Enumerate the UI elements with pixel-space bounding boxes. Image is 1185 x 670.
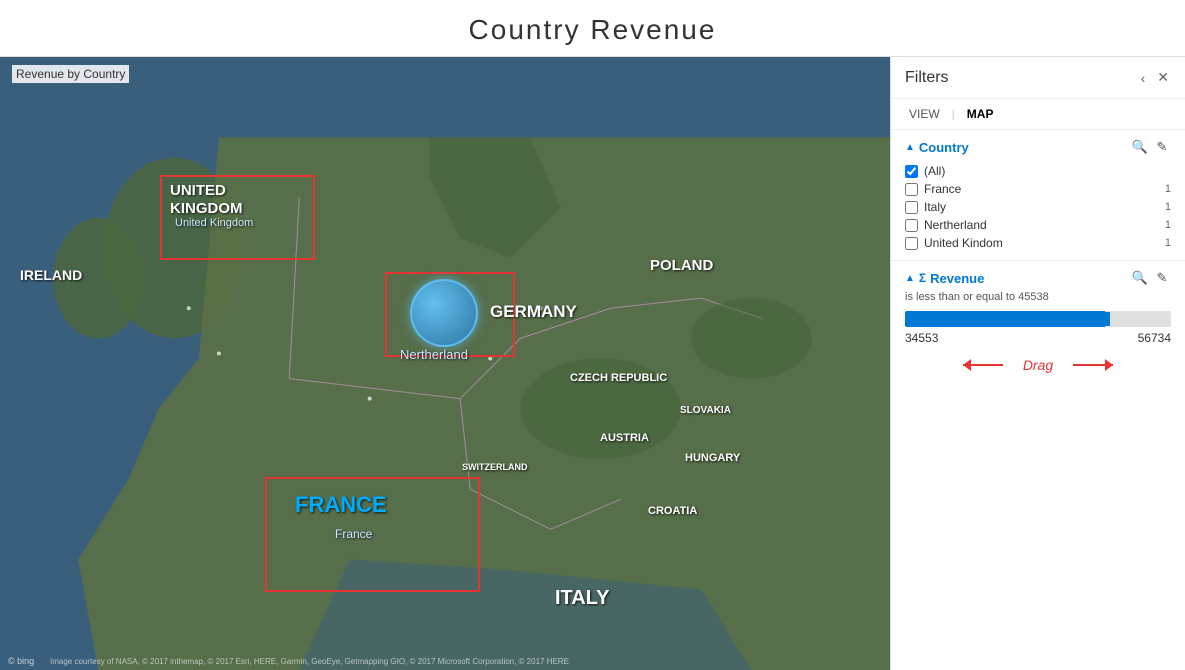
revenue-filter-subtitle: is less than or equal to 45538 bbox=[905, 291, 1171, 303]
country-filter-actions: 🔍 ✎ bbox=[1131, 138, 1171, 156]
country-filter-edit-icon[interactable]: ✎ bbox=[1153, 138, 1171, 156]
country-filter-label: Country bbox=[919, 140, 969, 155]
filter-item-nertherland: Nertherland 1 bbox=[905, 216, 1171, 234]
revenue-slider-thumb[interactable] bbox=[1100, 312, 1110, 326]
filter-checkbox-uk[interactable] bbox=[905, 237, 918, 250]
filter-item-uk: United Kindom 1 bbox=[905, 234, 1171, 252]
revenue-filter-section: ▲ Σ Revenue 🔍 ✎ is less than or equal to… bbox=[891, 261, 1185, 381]
page-title: Country Revenue bbox=[469, 14, 717, 45]
filter-item-france: France 1 bbox=[905, 180, 1171, 198]
filters-title: Filters bbox=[905, 69, 949, 87]
drag-label: Drag bbox=[1023, 357, 1053, 373]
map-svg bbox=[0, 57, 890, 670]
revenue-slider-container: 34553 56734 bbox=[905, 311, 1171, 345]
filter-checkbox-italy[interactable] bbox=[905, 201, 918, 214]
filters-tabs: VIEW | MAP bbox=[891, 99, 1185, 130]
country-filter-section: ▲ Country 🔍 ✎ (All) France 1 bbox=[891, 130, 1185, 261]
country-filter-search-icon[interactable]: 🔍 bbox=[1131, 138, 1149, 156]
collapse-panel-button[interactable]: ‹ bbox=[1139, 68, 1148, 88]
revenue-filter-label: Revenue bbox=[930, 271, 984, 286]
main-content: Revenue by Country bbox=[0, 57, 1185, 670]
filter-checkbox-nertherland[interactable] bbox=[905, 219, 918, 232]
revenue-filter-actions: 🔍 ✎ bbox=[1131, 269, 1171, 287]
close-panel-button[interactable]: ✕ bbox=[1155, 67, 1171, 88]
filters-icons: ‹ ✕ bbox=[1139, 67, 1171, 88]
drag-annotation: Drag bbox=[905, 357, 1171, 373]
tab-map[interactable]: MAP bbox=[963, 105, 998, 123]
country-collapse-arrow: ▲ bbox=[905, 142, 915, 153]
revenue-slider-fill bbox=[905, 311, 1105, 327]
filter-item-all: (All) bbox=[905, 162, 1171, 180]
page-header: Country Revenue bbox=[0, 0, 1185, 57]
revenue-filter-title[interactable]: ▲ Σ Revenue bbox=[905, 271, 984, 286]
revenue-filter-edit-icon[interactable]: ✎ bbox=[1153, 269, 1171, 287]
revenue-min-value: 34553 bbox=[905, 331, 938, 345]
tab-view[interactable]: VIEW bbox=[905, 105, 944, 123]
map-container[interactable]: Revenue by Country bbox=[0, 57, 890, 670]
bing-watermark: © bing bbox=[8, 656, 34, 666]
filter-checkbox-france[interactable] bbox=[905, 183, 918, 196]
filter-checkbox-all[interactable] bbox=[905, 165, 918, 178]
drag-arrow-right-icon bbox=[1073, 364, 1113, 366]
filters-header: Filters ‹ ✕ bbox=[891, 57, 1185, 99]
revenue-collapse-arrow: ▲ bbox=[905, 273, 915, 284]
revenue-filter-search-icon[interactable]: 🔍 bbox=[1131, 269, 1149, 287]
revenue-slider-track[interactable] bbox=[905, 311, 1171, 327]
filter-item-italy: Italy 1 bbox=[905, 198, 1171, 216]
revenue-max-value: 56734 bbox=[1138, 331, 1171, 345]
country-checkbox-list: (All) France 1 Italy 1 Nertherland 1 bbox=[905, 162, 1171, 252]
revenue-slider-values: 34553 56734 bbox=[905, 331, 1171, 345]
filters-panel: Filters ‹ ✕ VIEW | MAP ▲ Country 🔍 ✎ bbox=[890, 57, 1185, 670]
drag-arrow-left-icon bbox=[963, 364, 1003, 366]
map-copyright: Image courtesy of NASA, © 2017 inthemap,… bbox=[50, 657, 569, 666]
sigma-icon: Σ bbox=[919, 271, 926, 285]
country-filter-title[interactable]: ▲ Country bbox=[905, 140, 969, 155]
country-filter-header: ▲ Country 🔍 ✎ bbox=[905, 138, 1171, 156]
map-label: Revenue by Country bbox=[12, 65, 129, 83]
revenue-filter-header: ▲ Σ Revenue 🔍 ✎ bbox=[905, 269, 1171, 287]
